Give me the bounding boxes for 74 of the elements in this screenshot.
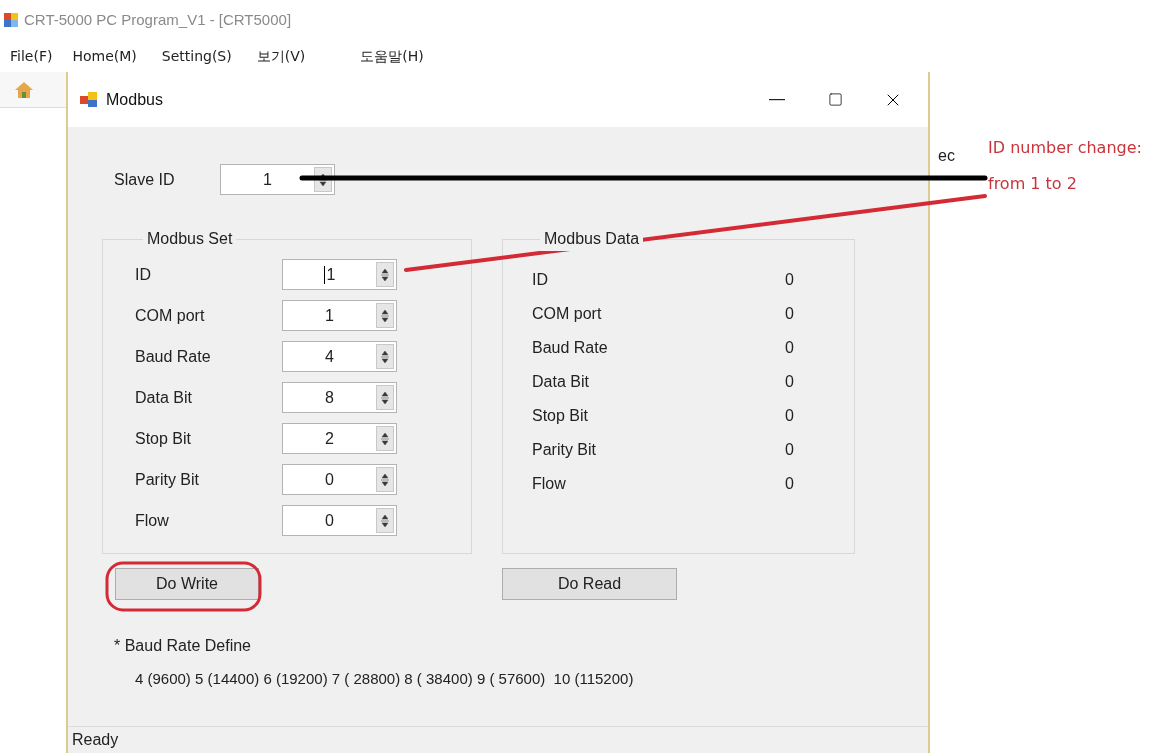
up-down-arrows-icon [381, 307, 389, 324]
spin-box[interactable]: 1 [282, 300, 397, 331]
home-icon[interactable] [14, 80, 34, 99]
up-down-arrows-icon [381, 512, 389, 529]
slave-id-label: Slave ID [114, 169, 176, 190]
spin-value: 8 [325, 388, 334, 407]
field-label: Data Bit [532, 372, 590, 392]
field-value: 0 [785, 270, 794, 290]
field-label: Flow [532, 474, 567, 494]
up-down-arrows-icon [381, 266, 389, 283]
spin-box[interactable]: 4 [282, 341, 397, 372]
spin-box[interactable]: 0 [282, 505, 397, 536]
field-label: Parity Bit [135, 469, 200, 490]
field-value: 0 [785, 406, 794, 426]
spin-buttons[interactable] [376, 262, 394, 287]
modbus-icon [80, 91, 98, 108]
field-value: 0 [785, 338, 794, 358]
note-title: * Baud Rate Define [114, 636, 252, 656]
spin-value: 4 [325, 347, 334, 366]
status-text: Ready [72, 730, 119, 750]
field-label: ID [135, 264, 152, 285]
spin-box[interactable]: 2 [282, 423, 397, 454]
field-label: Stop Bit [135, 428, 193, 449]
field-label: Parity Bit [532, 440, 597, 460]
spin-value: 0 [325, 470, 334, 489]
up-down-arrows-icon [381, 348, 389, 365]
up-down-arrows-icon [381, 471, 389, 488]
app-icon [4, 13, 18, 27]
menu-item[interactable]: File(F) [10, 45, 53, 67]
spin-buttons[interactable] [376, 344, 394, 369]
field-label: COM port [532, 304, 603, 324]
app-title: CRT-5000 PC Program_V1 - [CRT5000] [24, 9, 292, 30]
menu-item[interactable]: 보기(V) [256, 45, 306, 67]
menu-item[interactable]: Setting(S) [161, 45, 232, 67]
spin-value: 1 [263, 170, 272, 189]
field-label: Baud Rate [532, 338, 609, 358]
dialog-title: Modbus [106, 89, 163, 110]
group-title: Modbus Set [146, 229, 234, 249]
spin-value: 1 [323, 265, 336, 284]
field-value: 0 [785, 440, 794, 460]
field-label: Data Bit [135, 387, 193, 408]
field-label: COM port [135, 305, 206, 326]
note-text: 4 (9600) 5 (14400) 6 (19200) 7 ( 28800) 8 ( 38400) 9 ( 57600) 10 (115200) [135, 669, 635, 689]
field-label: Flow [135, 510, 170, 531]
spin-box[interactable]: 1 [282, 259, 397, 290]
field-label: Baud Rate [135, 346, 212, 367]
spin-value: 1 [325, 306, 334, 325]
annotation-text: ID number change: [988, 137, 1142, 159]
spin-value: 0 [325, 511, 334, 530]
spin-buttons[interactable] [376, 508, 394, 533]
spin-buttons[interactable] [376, 385, 394, 410]
field-label: ID [532, 270, 549, 290]
maximize-icon [827, 92, 843, 107]
read-button[interactable]: Do Read [502, 568, 677, 600]
partial-text: ec [938, 147, 955, 164]
spin-buttons[interactable] [376, 426, 394, 451]
field-value: 0 [785, 474, 794, 494]
field-value: 0 [785, 372, 794, 392]
up-down-arrows-icon [319, 171, 327, 188]
spin-buttons[interactable] [376, 303, 394, 328]
menu-item[interactable]: 도움말(H) [360, 45, 424, 67]
annotation-text: from 1 to 2 [988, 173, 1078, 195]
field-value: 0 [785, 304, 794, 324]
spin-box[interactable]: 1 [220, 164, 335, 195]
up-down-arrows-icon [381, 430, 389, 447]
spin-box[interactable]: 0 [282, 464, 397, 495]
write-button[interactable]: Do Write [115, 568, 259, 600]
spin-box[interactable]: 8 [282, 382, 397, 413]
minimize-icon [769, 98, 785, 101]
spin-buttons[interactable] [376, 467, 394, 492]
up-down-arrows-icon [381, 389, 389, 406]
menu-item[interactable]: Home(M) [72, 45, 137, 67]
field-label: Stop Bit [532, 406, 590, 426]
spin-value: 2 [325, 429, 334, 448]
